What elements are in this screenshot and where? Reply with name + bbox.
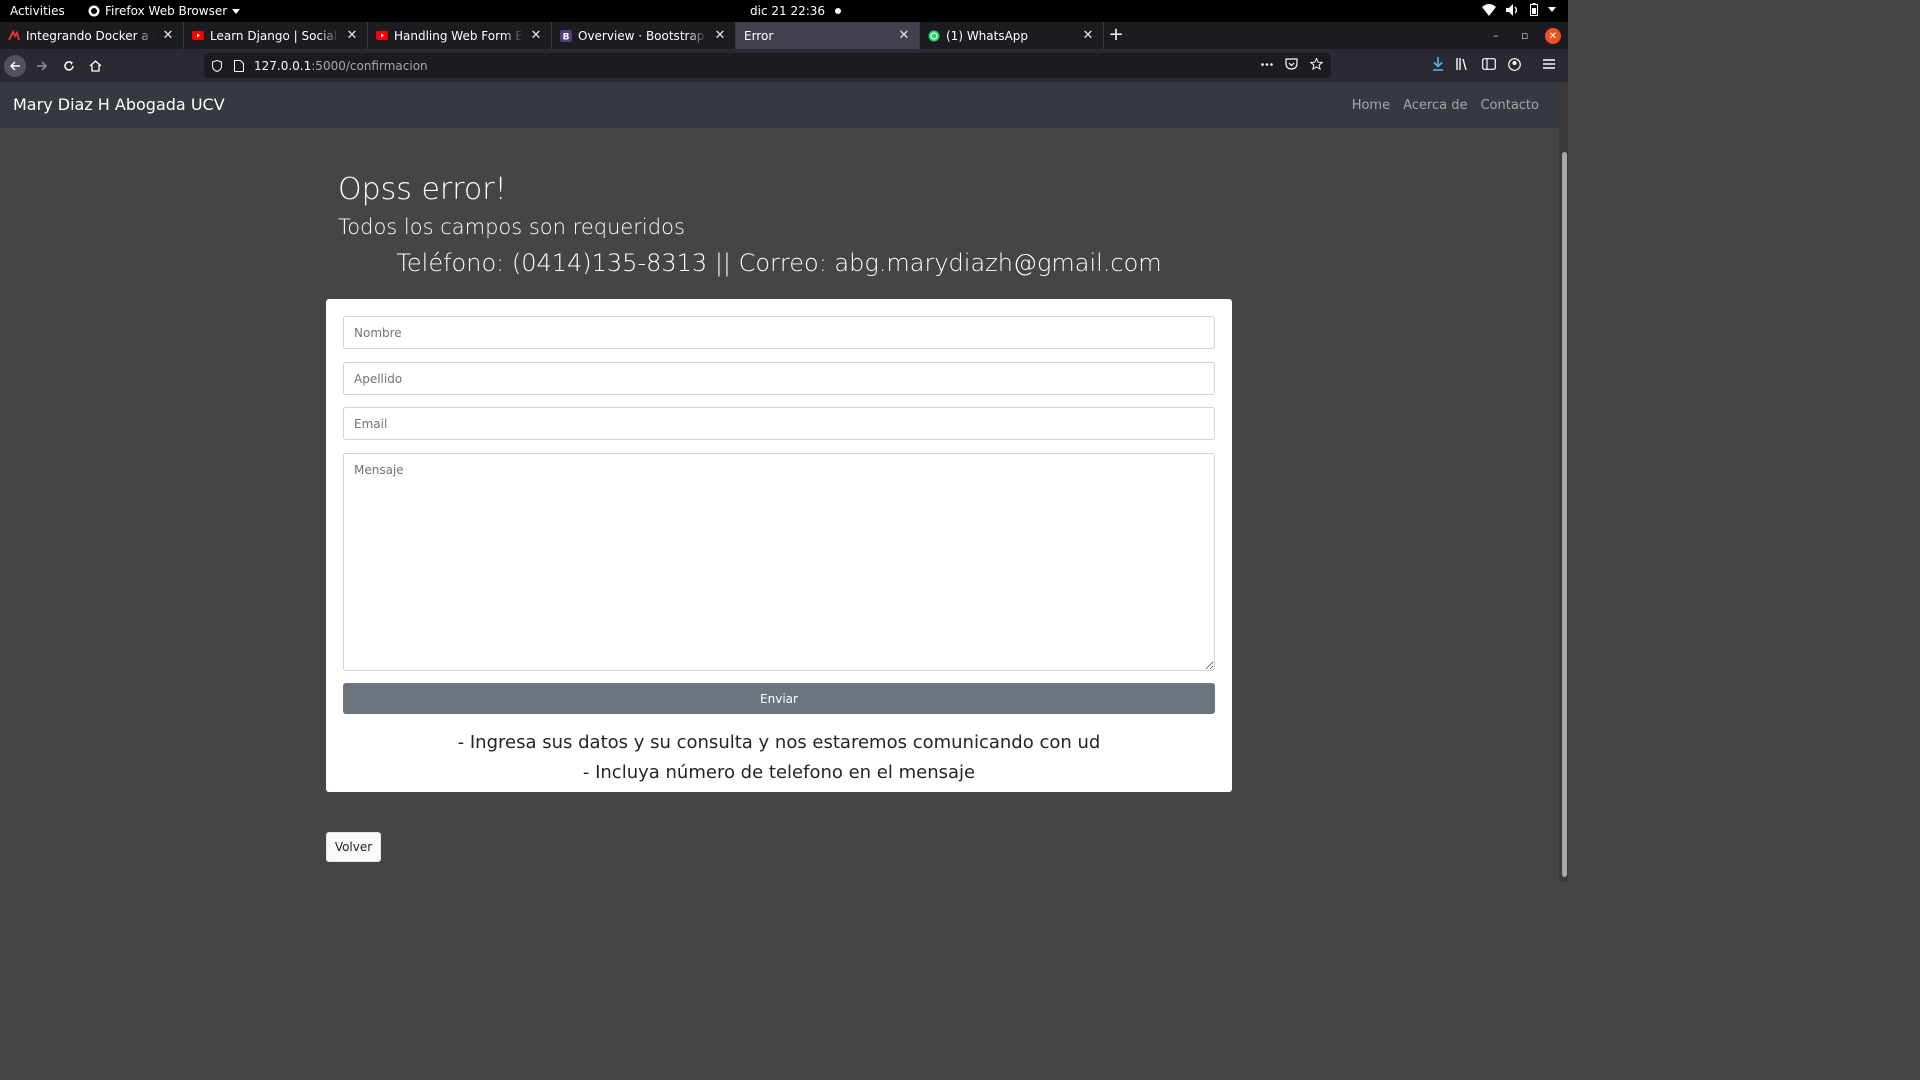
clock-text: dic 21 22:36: [750, 4, 826, 18]
tab-integrando-docker[interactable]: Integrando Docker a su I ✕: [0, 22, 184, 49]
apellido-input[interactable]: [343, 362, 1215, 395]
nav-link-contacto[interactable]: Contacto: [1480, 98, 1539, 113]
tab-bootstrap-overview[interactable]: B Overview · Bootstrap ✕: [552, 22, 736, 49]
close-tab-icon[interactable]: ✕: [897, 28, 911, 43]
library-icon[interactable]: [1456, 58, 1470, 70]
close-window-icon[interactable]: ✕: [1545, 28, 1561, 44]
hamburger-menu-icon[interactable]: [1543, 59, 1555, 69]
battery-icon: [1530, 3, 1538, 16]
tab-title: Integrando Docker a su I: [26, 28, 155, 43]
page-scrollbar[interactable]: [1559, 82, 1568, 882]
firefox-icon: [88, 5, 100, 17]
browser-toolbar: 127.0.0.1:5000/confirmacion: [0, 49, 1568, 82]
enviar-button[interactable]: Enviar: [343, 683, 1215, 714]
nav-link-home[interactable]: Home: [1352, 98, 1390, 113]
page-icon: [234, 59, 244, 72]
app-name: Firefox Web Browser: [105, 4, 228, 18]
bookmark-star-icon[interactable]: [1310, 58, 1323, 70]
url-actions: [1261, 58, 1323, 70]
shield-icon: [212, 59, 222, 72]
site-brand[interactable]: Mary Diaz H Abogada UCV: [13, 95, 225, 114]
wifi-icon: [1482, 3, 1496, 16]
svg-text:B: B: [563, 32, 570, 42]
volume-icon: [1506, 3, 1518, 16]
bootstrap-icon: B: [560, 29, 572, 42]
site-navbar: Mary Diaz H Abogada UCV Home Acerca de C…: [0, 82, 1559, 128]
page-viewport: Mary Diaz H Abogada UCV Home Acerca de C…: [0, 82, 1568, 882]
tab-title: Error: [744, 28, 774, 43]
form-note-2: - Incluya número de telefono en el mensa…: [582, 762, 976, 783]
url-bar[interactable]: 127.0.0.1:5000/confirmacion: [204, 53, 1331, 78]
notification-dot-icon: [835, 8, 842, 14]
more-actions-icon[interactable]: [1261, 62, 1273, 66]
pocket-icon[interactable]: [1285, 58, 1298, 70]
minimize-window-icon[interactable]: –: [1493, 22, 1499, 49]
url-text: 127.0.0.1:5000/confirmacion: [254, 59, 428, 73]
home-icon[interactable]: [84, 55, 106, 77]
new-tab-plus-icon[interactable]: +: [1108, 24, 1124, 45]
error-title: Opss error!: [338, 172, 507, 207]
form-note-1: - Ingresa sus datos y su consulta y nos …: [457, 732, 1101, 753]
reload-icon[interactable]: [58, 55, 80, 77]
youtube-icon: [192, 30, 204, 42]
c-red-logo-icon: [8, 29, 20, 42]
system-top-bar: Activities Firefox Web Browser dic 21 22…: [0, 0, 1568, 22]
tab-title: Overview · Bootstrap: [578, 28, 705, 43]
forward-arrow-icon[interactable]: [31, 55, 53, 77]
volver-button[interactable]: Volver: [326, 832, 381, 862]
contact-info: Teléfono: (0414)135-8313 || Correo: abg.…: [396, 249, 1162, 277]
tab-error-active[interactable]: Error ✕: [736, 22, 920, 49]
mensaje-textarea[interactable]: [343, 453, 1215, 671]
power-menu-icon: [1548, 7, 1556, 12]
url-host: 127.0.0.1: [254, 58, 312, 73]
close-tab-icon[interactable]: ✕: [161, 28, 175, 43]
download-icon[interactable]: [1432, 57, 1444, 71]
tab-strip: Integrando Docker a su I ✕ Learn Django …: [0, 22, 1568, 49]
close-tab-icon[interactable]: ✕: [529, 28, 543, 43]
nombre-input[interactable]: [343, 316, 1215, 349]
tab-title: Handling Web Form Erro: [394, 28, 523, 43]
chevron-down-icon: [232, 8, 241, 14]
tab-learn-django[interactable]: Learn Django | Social Ne ✕: [184, 22, 368, 49]
close-tab-icon[interactable]: ✕: [345, 28, 359, 43]
whatsapp-icon: [928, 30, 940, 42]
restore-window-icon[interactable]: ▫: [1521, 22, 1528, 49]
back-arrow-icon[interactable]: [4, 55, 26, 77]
clock[interactable]: dic 21 22:36: [750, 4, 842, 18]
close-tab-icon[interactable]: ✕: [713, 28, 727, 43]
tab-handling-web-form[interactable]: Handling Web Form Erro ✕: [368, 22, 552, 49]
account-icon[interactable]: [1508, 57, 1521, 71]
tab-whatsapp[interactable]: (1) WhatsApp ✕: [920, 22, 1104, 49]
youtube-icon: [376, 30, 388, 42]
nav-link-acerca-de[interactable]: Acerca de: [1403, 98, 1467, 113]
site-nav-links: Home Acerca de Contacto: [1352, 98, 1539, 113]
toolbar-right: [1432, 57, 1555, 71]
tab-title: Learn Django | Social Ne: [210, 28, 339, 43]
scrollbar-thumb[interactable]: [1562, 152, 1567, 877]
error-subtitle: Todos los campos son requeridos: [338, 215, 685, 239]
tab-title: (1) WhatsApp: [946, 28, 1029, 43]
email-input[interactable]: [343, 407, 1215, 440]
sidebar-icon[interactable]: [1482, 58, 1496, 70]
close-tab-icon[interactable]: ✕: [1081, 28, 1095, 43]
contact-form-card: Enviar - Ingresa sus datos y su consulta…: [326, 299, 1232, 792]
url-path: :5000/confirmacion: [311, 58, 428, 73]
activities-button[interactable]: Activities: [10, 4, 65, 18]
app-menu[interactable]: Firefox Web Browser: [88, 4, 241, 18]
system-tray[interactable]: [1482, 3, 1556, 16]
